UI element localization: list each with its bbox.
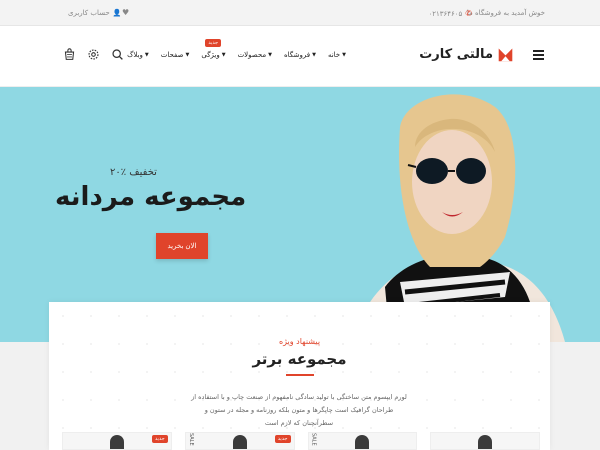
cart-icon[interactable]: [62, 47, 76, 61]
product-image: [478, 435, 493, 449]
phone-text: ۰۲۱۳۶۴۶۰۵: [428, 9, 463, 18]
product-image: [109, 435, 124, 449]
special-offer-section: پیشنهاد ویژه مجموعه برتر لورم ایپسوم متن…: [49, 302, 550, 450]
shop-now-button[interactable]: الان بخرید: [156, 233, 208, 259]
header-tools: [62, 47, 124, 61]
nav-label: ویژگی: [201, 51, 220, 59]
chevron-down-icon: ▼: [221, 52, 226, 58]
phone-icon: ✆: [465, 9, 472, 18]
logo-text: مالتی کارت: [419, 47, 493, 62]
chevron-down-icon: ▼: [268, 52, 272, 58]
gear-icon[interactable]: [86, 47, 100, 61]
product-image: [355, 435, 370, 449]
main-nav: خانه ▼ فروشگاه ▼ محصولات ▼ جدید ویژگی ▼ صفحا…: [127, 39, 346, 59]
nav-item-blog[interactable]: وبلاگ ▼: [127, 51, 149, 59]
search-icon[interactable]: [110, 47, 124, 61]
welcome-text: خوش آمدید به فروشگاه ما: [466, 9, 545, 17]
product-image: [232, 435, 247, 449]
site-logo[interactable]: مالتی کارت: [419, 46, 514, 63]
nav-label: محصولات: [237, 51, 267, 59]
section-heading: مجموعه برتر: [252, 350, 347, 368]
nav-label: فروشگاه: [283, 51, 311, 59]
product-card[interactable]: [430, 432, 540, 450]
product-card[interactable]: SALE جدید: [184, 432, 295, 450]
nav-label: وبلاگ: [127, 51, 143, 59]
section-kicker: پیشنهاد ویژه: [278, 337, 321, 346]
nav-item-products[interactable]: محصولات ▼: [238, 51, 272, 59]
phone-number[interactable]: ۰۲۱۳۶۴۶۰۵ ✆: [428, 9, 472, 18]
chevron-down-icon: ▼: [185, 52, 190, 58]
product-badge: جدید: [152, 435, 168, 443]
nav-item-pages[interactable]: صفحات ▼: [161, 51, 190, 59]
nav-label: صفحات: [160, 51, 184, 59]
menu-icon[interactable]: [533, 50, 544, 60]
product-card[interactable]: جدید: [62, 432, 172, 450]
chevron-down-icon: ▼: [312, 52, 316, 58]
chevron-down-icon: ▼: [342, 52, 346, 58]
user-icon: 👤: [112, 9, 122, 17]
account-link[interactable]: حساب کاربری 👤: [68, 9, 121, 17]
hero-discount: ۲۰٪ تخفیف: [110, 167, 157, 178]
account-label: حساب کاربری: [68, 9, 110, 17]
logo-mark-icon: [497, 46, 514, 63]
nav-label: خانه: [327, 51, 341, 59]
nav-item-home[interactable]: خانه ▼: [328, 51, 346, 59]
top-bar: خوش آمدید به فروشگاه ما ۰۲۱۳۶۴۶۰۵ ✆ حساب…: [0, 0, 600, 26]
nav-item-shop[interactable]: فروشگاه ▼: [284, 51, 316, 59]
chevron-down-icon: ▼: [144, 52, 149, 58]
product-side-label: SALE: [310, 433, 317, 446]
hero-title: مجموعه مردانه: [55, 182, 247, 212]
product-row: جدید SALE جدید SALE: [62, 432, 540, 450]
product-side-label: SALE: [187, 433, 194, 446]
nav-item-features[interactable]: جدید ویژگی ▼: [201, 39, 226, 59]
product-badge: جدید: [274, 435, 291, 443]
new-badge: جدید: [205, 39, 222, 47]
product-card[interactable]: SALE: [307, 432, 418, 450]
heading-underline: [286, 374, 314, 376]
wishlist-icon[interactable]: ♥: [122, 8, 129, 17]
section-description: لورم ایپسوم متن ساختگی با تولید سادگی نا…: [191, 393, 407, 427]
main-header: مالتی کارت خانه ▼ فروشگاه ▼ محصولات ▼ جدید …: [0, 26, 600, 87]
